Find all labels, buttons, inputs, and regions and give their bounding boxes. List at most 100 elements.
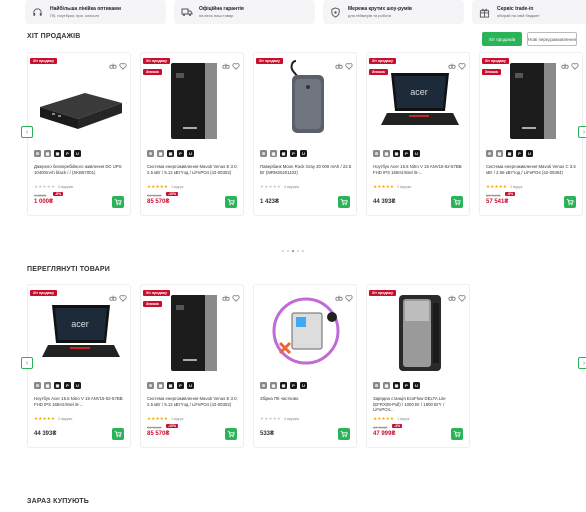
reviews-count[interactable]: 1 відгук xyxy=(397,417,409,421)
carousel-next-arrow[interactable]: › xyxy=(578,357,586,369)
product-name[interactable]: Система енергоживлення Mavoti Venus C 3.… xyxy=(486,164,578,181)
carousel-dot[interactable] xyxy=(302,250,304,252)
spec-icon: P xyxy=(516,150,523,157)
heart-icon[interactable] xyxy=(458,57,466,70)
add-to-cart-button[interactable] xyxy=(451,428,463,440)
add-to-cart-button[interactable] xyxy=(338,428,350,440)
carousel-dot[interactable] xyxy=(287,250,289,252)
discount-percent: -10% xyxy=(166,424,179,428)
carousel-prev-arrow[interactable]: ‹ xyxy=(21,357,33,369)
spec-icon: U xyxy=(74,382,81,389)
product-card[interactable]: Хіт продажу ⚙ ▦ ▣ P U Джерело безперебійного ж… xyxy=(27,52,131,216)
product-card[interactable]: Хіт продажу Знижка ⚙ ▦ ▣ P U Система енергоживл… xyxy=(140,284,244,448)
add-to-cart-button[interactable] xyxy=(112,196,124,208)
heart-icon[interactable] xyxy=(458,289,466,302)
heart-icon[interactable] xyxy=(232,57,240,70)
product-card[interactable]: acer Хіт продажу ⚙ ▦ ▣ P U Ноутбук Acer 15.6 Ni… xyxy=(27,284,131,448)
add-to-cart-button[interactable] xyxy=(451,196,463,208)
heart-icon[interactable] xyxy=(119,289,127,302)
spec-icon: ▦ xyxy=(157,382,164,389)
carousel-dots xyxy=(282,250,304,252)
discount-badge: Знижка xyxy=(143,301,162,307)
compare-icon[interactable] xyxy=(448,57,456,69)
heart-icon[interactable] xyxy=(345,289,353,302)
reviews-count[interactable]: 1 відгук xyxy=(510,185,522,189)
product-name[interactable]: Павербанк Moon Rock Gray 20 000 mAh / 22… xyxy=(260,164,352,181)
feature-subtitle: обирай на свій бюджет xyxy=(497,13,540,18)
reviews-count[interactable]: 0 відгуків xyxy=(284,185,299,189)
rating: ★★★★★ 0 відгуків xyxy=(260,416,299,422)
product-card[interactable]: Хіт продажу ⚙ ▦ ▣ P U Зарядна станція EcoFlow … xyxy=(366,284,470,448)
add-to-cart-button[interactable] xyxy=(338,196,350,208)
product-name[interactable]: Система енергоживлення Mavoti Venus E 3.… xyxy=(147,396,239,413)
compare-icon[interactable] xyxy=(335,289,343,301)
feature-item[interactable]: Мережа крутих шоу-румів для геймерів та р… xyxy=(323,0,464,24)
reviews-count[interactable]: 2 відгуки xyxy=(58,417,72,421)
reviews-count[interactable]: 0 відгуків xyxy=(284,417,299,421)
product-card[interactable]: Хіт продажу Знижка ⚙ ▦ ▣ P U Система енергоживл… xyxy=(479,52,583,216)
carousel-prev-arrow[interactable]: ‹ xyxy=(21,126,33,138)
feature-item[interactable]: Офіційна гарантія на весь наш товар xyxy=(174,0,315,24)
compare-icon[interactable] xyxy=(335,57,343,69)
product-price: 1 423₴ xyxy=(260,199,280,205)
cart-icon xyxy=(340,430,348,438)
product-name[interactable]: Ноутбук Acer 15.6 Nitro V 15 ANV15-52-57… xyxy=(373,164,465,181)
reviews-count[interactable]: 2 відгуки xyxy=(397,185,411,189)
product-name[interactable]: Ноутбук Acer 15.6 Nitro V 15 ANV15-52-57… xyxy=(34,396,126,413)
headset-icon xyxy=(31,6,44,19)
add-to-cart-button[interactable] xyxy=(112,428,124,440)
compare-icon[interactable] xyxy=(109,57,117,69)
carousel-dot-active[interactable] xyxy=(292,250,294,252)
spec-icon: ⚙ xyxy=(147,150,154,157)
product-card[interactable]: acer Хіт продажу Знижка ⚙ ▦ ▣ P U Ноутбук Acer 1… xyxy=(366,52,470,216)
heart-icon[interactable] xyxy=(232,289,240,302)
product-name[interactable]: Джерело безперебійного живлення DC UPS 1… xyxy=(34,164,126,181)
product-card[interactable]: Хіт продажу ⚙ ▦ ▣ P U Павербанк Moon Rock Gray… xyxy=(253,52,357,216)
feature-subtitle: ПК, ноутбуки, ігри, консолі xyxy=(50,13,99,18)
reviews-count[interactable]: 1 відгук xyxy=(171,417,183,421)
rating-stars: ★★★★★ xyxy=(147,184,169,189)
product-card[interactable]: Хіт продажу Знижка ⚙ ▦ ▣ P U Система енергоживл… xyxy=(140,52,244,216)
tab-bestsellers[interactable]: Хіт продажів xyxy=(482,32,522,46)
product-price: 85 570₴ xyxy=(147,199,170,205)
product-name[interactable]: Збірка ПК частково xyxy=(260,396,352,413)
add-to-cart-button[interactable] xyxy=(564,196,576,208)
discount-percent: -9% xyxy=(505,192,516,196)
product-price: 44 393₴ xyxy=(34,431,57,437)
compare-icon[interactable] xyxy=(222,289,230,301)
svg-text:acer: acer xyxy=(410,87,428,97)
discount-percent: -8% xyxy=(53,192,64,196)
spec-icon: P xyxy=(64,150,71,157)
spec-icon: ▦ xyxy=(157,150,164,157)
rating: ★★★★★ 1 відгук xyxy=(373,416,409,422)
spec-icon: U xyxy=(300,150,307,157)
add-to-cart-button[interactable] xyxy=(225,196,237,208)
compare-icon[interactable] xyxy=(222,57,230,69)
reviews-count[interactable]: 1 відгук xyxy=(171,185,183,189)
feature-item[interactable]: Сервіс trade-in обирай на свій бюджет xyxy=(472,0,586,24)
spec-icons: ⚙ ▦ ▣ P U xyxy=(260,382,307,389)
spec-icons: ⚙ ▦ ▣ P U xyxy=(373,382,420,389)
carousel-dot[interactable] xyxy=(282,250,284,252)
hit-badge: Хіт продажу xyxy=(256,58,283,64)
spec-icon: ⚙ xyxy=(486,150,493,157)
spec-icon: ▦ xyxy=(383,382,390,389)
old-price: 94 999₴ xyxy=(147,193,162,198)
product-name[interactable]: Зарядна станція EcoFlow DELTA Lite (EFRX… xyxy=(373,396,465,413)
compare-icon[interactable] xyxy=(561,57,569,69)
compare-icon[interactable] xyxy=(448,289,456,301)
product-card[interactable]: ⚙ ▦ ▣ P U Збірка ПК частково ★★★★★ 0 відгуків 53… xyxy=(253,284,357,448)
carousel-dot[interactable] xyxy=(297,250,299,252)
heart-icon[interactable] xyxy=(571,57,579,70)
add-to-cart-button[interactable] xyxy=(225,428,237,440)
rating-stars: ★★★★★ xyxy=(260,184,282,189)
heart-icon[interactable] xyxy=(119,57,127,70)
cart-icon xyxy=(340,198,348,206)
carousel-next-arrow[interactable]: › xyxy=(578,126,586,138)
tab-preorders[interactable]: Нові передзамовлення xyxy=(527,32,577,46)
reviews-count[interactable]: 0 відгуків xyxy=(58,185,73,189)
product-name[interactable]: Система енергоживлення Mavoti Venus E 3.… xyxy=(147,164,239,181)
feature-item[interactable]: Найбільша лінійка оптиками ПК, ноутбуки, … xyxy=(25,0,166,24)
heart-icon[interactable] xyxy=(345,57,353,70)
compare-icon[interactable] xyxy=(109,289,117,301)
